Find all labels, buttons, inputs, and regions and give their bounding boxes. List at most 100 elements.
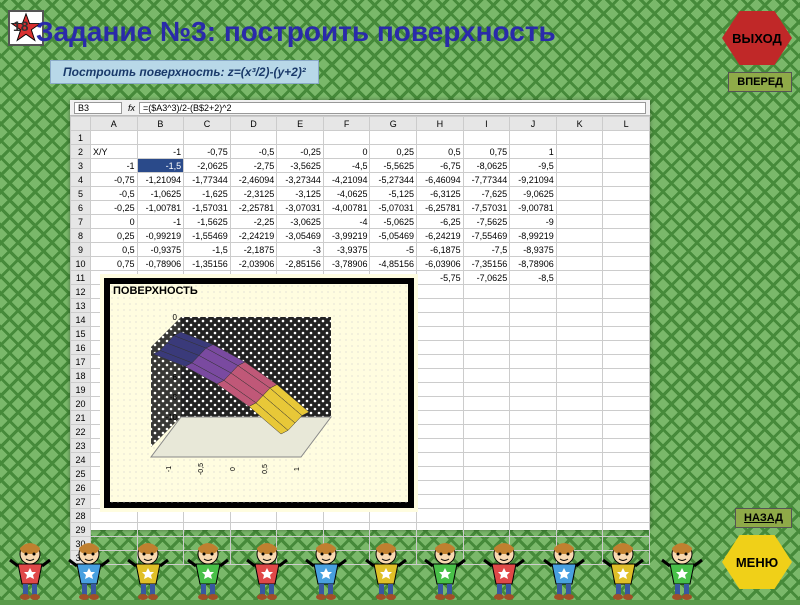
cell[interactable]: -1 xyxy=(137,145,184,159)
row-header[interactable]: 22 xyxy=(71,425,91,439)
cell[interactable] xyxy=(603,215,650,229)
cell[interactable] xyxy=(463,285,510,299)
row-header[interactable]: 20 xyxy=(71,397,91,411)
cell[interactable]: -3,07031 xyxy=(277,201,324,215)
cell[interactable]: -7,57031 xyxy=(463,201,510,215)
cell[interactable] xyxy=(230,509,277,523)
row-header[interactable]: 15 xyxy=(71,327,91,341)
row-header[interactable]: 1 xyxy=(71,131,91,145)
cell[interactable]: -6,24219 xyxy=(417,229,464,243)
forward-button[interactable]: ВПЕРЕД xyxy=(728,72,792,92)
col-header[interactable]: B xyxy=(137,117,184,131)
cell[interactable] xyxy=(510,327,557,341)
col-header[interactable]: L xyxy=(603,117,650,131)
cell[interactable]: -5,0625 xyxy=(370,215,417,229)
cell[interactable] xyxy=(556,131,603,145)
cell[interactable] xyxy=(603,481,650,495)
row-header[interactable]: 3 xyxy=(71,159,91,173)
cell[interactable]: -9,21094 xyxy=(510,173,557,187)
cell[interactable]: -4,85156 xyxy=(370,257,417,271)
col-header[interactable]: H xyxy=(417,117,464,131)
cell[interactable]: -8,0625 xyxy=(463,159,510,173)
cell[interactable]: 1 xyxy=(510,145,557,159)
cell[interactable] xyxy=(603,257,650,271)
row-header[interactable]: 12 xyxy=(71,285,91,299)
cell[interactable]: 0 xyxy=(323,145,370,159)
cell[interactable] xyxy=(323,131,370,145)
cell[interactable] xyxy=(463,327,510,341)
cell[interactable] xyxy=(603,271,650,285)
cell[interactable] xyxy=(603,495,650,509)
cell[interactable] xyxy=(510,299,557,313)
cell[interactable]: -3,05469 xyxy=(277,229,324,243)
row-header[interactable]: 13 xyxy=(71,299,91,313)
cell[interactable] xyxy=(556,299,603,313)
cell[interactable]: -5,75 xyxy=(417,271,464,285)
formula-input[interactable]: =($A3^3)/2-(B$2+2)^2 xyxy=(139,102,646,114)
cell[interactable] xyxy=(463,313,510,327)
cell[interactable]: -1,77344 xyxy=(184,173,231,187)
cell[interactable] xyxy=(556,453,603,467)
cell[interactable] xyxy=(510,467,557,481)
cell[interactable] xyxy=(603,439,650,453)
cell[interactable] xyxy=(417,397,464,411)
row-header[interactable]: 10 xyxy=(71,257,91,271)
cell[interactable]: -9 xyxy=(510,215,557,229)
cell[interactable] xyxy=(603,201,650,215)
cell[interactable] xyxy=(556,411,603,425)
cell[interactable]: -5,5625 xyxy=(370,159,417,173)
cell[interactable] xyxy=(603,467,650,481)
cell[interactable]: -3 xyxy=(277,243,324,257)
cell[interactable] xyxy=(556,173,603,187)
cell[interactable] xyxy=(463,397,510,411)
col-header[interactable]: I xyxy=(463,117,510,131)
cell[interactable]: -3,125 xyxy=(277,187,324,201)
cell[interactable] xyxy=(91,509,138,523)
cell[interactable] xyxy=(230,131,277,145)
cell[interactable] xyxy=(603,145,650,159)
cell[interactable] xyxy=(417,131,464,145)
cell[interactable] xyxy=(603,229,650,243)
cell[interactable]: -4,21094 xyxy=(323,173,370,187)
cell[interactable] xyxy=(323,509,370,523)
cell[interactable] xyxy=(463,299,510,313)
col-header[interactable]: E xyxy=(277,117,324,131)
cell[interactable] xyxy=(417,467,464,481)
cell[interactable] xyxy=(556,425,603,439)
cell[interactable]: -7,625 xyxy=(463,187,510,201)
cell[interactable] xyxy=(463,355,510,369)
row-header[interactable]: 2 xyxy=(71,145,91,159)
cell[interactable] xyxy=(510,481,557,495)
back-button[interactable]: НАЗАД xyxy=(735,508,792,528)
cell[interactable]: -6,03906 xyxy=(417,257,464,271)
cell[interactable] xyxy=(556,481,603,495)
cell[interactable]: -2,24219 xyxy=(230,229,277,243)
cell[interactable] xyxy=(417,369,464,383)
cell[interactable] xyxy=(556,495,603,509)
col-header[interactable]: F xyxy=(323,117,370,131)
cell[interactable]: 0,75 xyxy=(91,257,138,271)
cell[interactable] xyxy=(603,313,650,327)
cell[interactable] xyxy=(417,327,464,341)
cell[interactable] xyxy=(370,509,417,523)
cell[interactable]: -4,0625 xyxy=(323,187,370,201)
cell[interactable]: -4,00781 xyxy=(323,201,370,215)
cell[interactable]: -0,9375 xyxy=(137,243,184,257)
cell[interactable] xyxy=(556,439,603,453)
cell[interactable] xyxy=(510,285,557,299)
cell[interactable] xyxy=(510,131,557,145)
cell[interactable]: -2,75 xyxy=(230,159,277,173)
row-header[interactable]: 23 xyxy=(71,439,91,453)
cell[interactable] xyxy=(556,215,603,229)
cell[interactable] xyxy=(603,369,650,383)
cell[interactable] xyxy=(556,341,603,355)
chart-container[interactable]: ПОВЕРХНОСТЬ 0-2-4-6-8-10 -1-0,500,51 xyxy=(104,278,414,508)
cell[interactable]: -7,55469 xyxy=(463,229,510,243)
row-header[interactable]: 8 xyxy=(71,229,91,243)
row-header[interactable]: 4 xyxy=(71,173,91,187)
cell[interactable]: -0,5 xyxy=(91,187,138,201)
cell[interactable] xyxy=(556,327,603,341)
row-header[interactable]: 16 xyxy=(71,341,91,355)
cell[interactable]: -6,25 xyxy=(417,215,464,229)
cell[interactable] xyxy=(417,509,464,523)
